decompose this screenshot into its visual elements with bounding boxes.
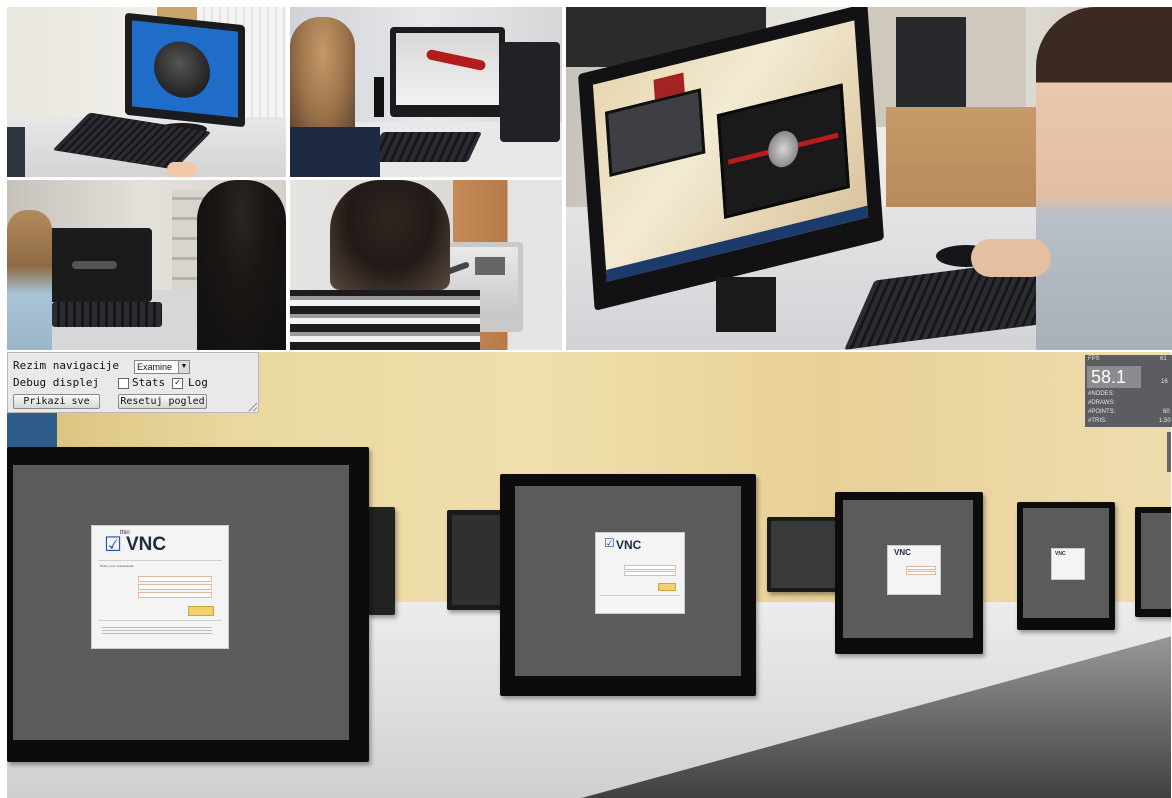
fps-stats-panel: FPS 61 58.1 16 #NODES: #DRAWS: #POINTS: …	[1085, 355, 1172, 427]
virtual-monitor[interactable]: VNC	[835, 492, 983, 654]
log-label: Log	[188, 376, 208, 389]
thinvnc-login-dialog[interactable]: thin ☑ VNC Enter your credentials	[91, 525, 229, 649]
fps-value: 58.1	[1091, 367, 1127, 387]
username-field[interactable]	[138, 584, 212, 590]
photo-laptop-pair	[7, 180, 286, 350]
stats-label: Stats	[132, 376, 166, 389]
thinvnc-check-icon: ☑	[104, 532, 122, 556]
stat-nodes-label: #NODES:	[1088, 391, 1115, 397]
navigation-control-panel: Rezim navigacije Examine ▼ Debug displej…	[7, 352, 259, 413]
nav-mode-label: Rezim navigacije	[13, 359, 119, 372]
thinvnc-logo: VNC	[616, 538, 642, 552]
nav-mode-value: Examine	[137, 362, 173, 372]
fps-header-label: FPS	[1088, 356, 1100, 362]
show-all-button[interactable]: Prikazi sve	[13, 394, 100, 409]
credentials-label: Enter your credentials	[100, 564, 134, 568]
url-field[interactable]	[138, 576, 212, 582]
thinvnc-login-dialog[interactable]: ☑ VNC	[595, 532, 685, 614]
virtual-monitor[interactable]	[367, 507, 395, 615]
virtual-monitor[interactable]: VNC	[1017, 502, 1115, 630]
virtual-monitor-main[interactable]: thin ☑ VNC Enter your credentials	[7, 447, 369, 762]
photo-laptop-back	[290, 180, 562, 350]
thinvnc-logo: VNC	[1055, 551, 1066, 557]
stat-points-label: #POINTS:	[1088, 409, 1116, 415]
thinvnc-login-dialog[interactable]: VNC	[887, 545, 941, 595]
virtual-monitor[interactable]: ☑ VNC	[500, 474, 756, 696]
thinvnc-check-icon: ☑	[604, 536, 615, 550]
password-field[interactable]	[138, 592, 212, 598]
fps-side-value: 16	[1161, 379, 1168, 385]
login-button[interactable]	[188, 606, 214, 616]
thinvnc-login-dialog[interactable]: VNC	[1051, 548, 1085, 580]
stat-points-value: 60	[1163, 409, 1170, 415]
stat-draws-label: #DRAWS:	[1088, 400, 1116, 406]
photo-dual-monitors	[290, 7, 562, 177]
nav-mode-select[interactable]: Examine ▼	[134, 360, 190, 374]
virtual-lab-scene[interactable]: thin ☑ VNC Enter your credentials ☑ VNC	[7, 352, 1171, 798]
log-checkbox[interactable]: ✓	[172, 378, 183, 389]
thinvnc-logo: VNC	[894, 548, 911, 557]
virtual-monitor[interactable]	[447, 510, 505, 610]
stat-tris-label: #TRIS:	[1088, 418, 1107, 424]
chevron-down-icon[interactable]: ▼	[178, 361, 189, 373]
fps-header-value: 61	[1160, 356, 1167, 362]
virtual-monitor[interactable]	[1135, 507, 1171, 617]
reset-view-button[interactable]: Resetuj pogled	[118, 394, 207, 409]
stat-tris-value: 1,50	[1159, 418, 1171, 424]
photo-desktop-sphere	[7, 7, 286, 177]
resize-grip-icon[interactable]	[248, 402, 257, 411]
stats-checkbox[interactable]	[118, 378, 129, 389]
thinvnc-logo: VNC	[126, 534, 167, 555]
virtual-monitor[interactable]	[767, 517, 839, 592]
photo-woman-monitor	[566, 7, 1172, 350]
debug-display-label: Debug displej	[13, 376, 100, 389]
